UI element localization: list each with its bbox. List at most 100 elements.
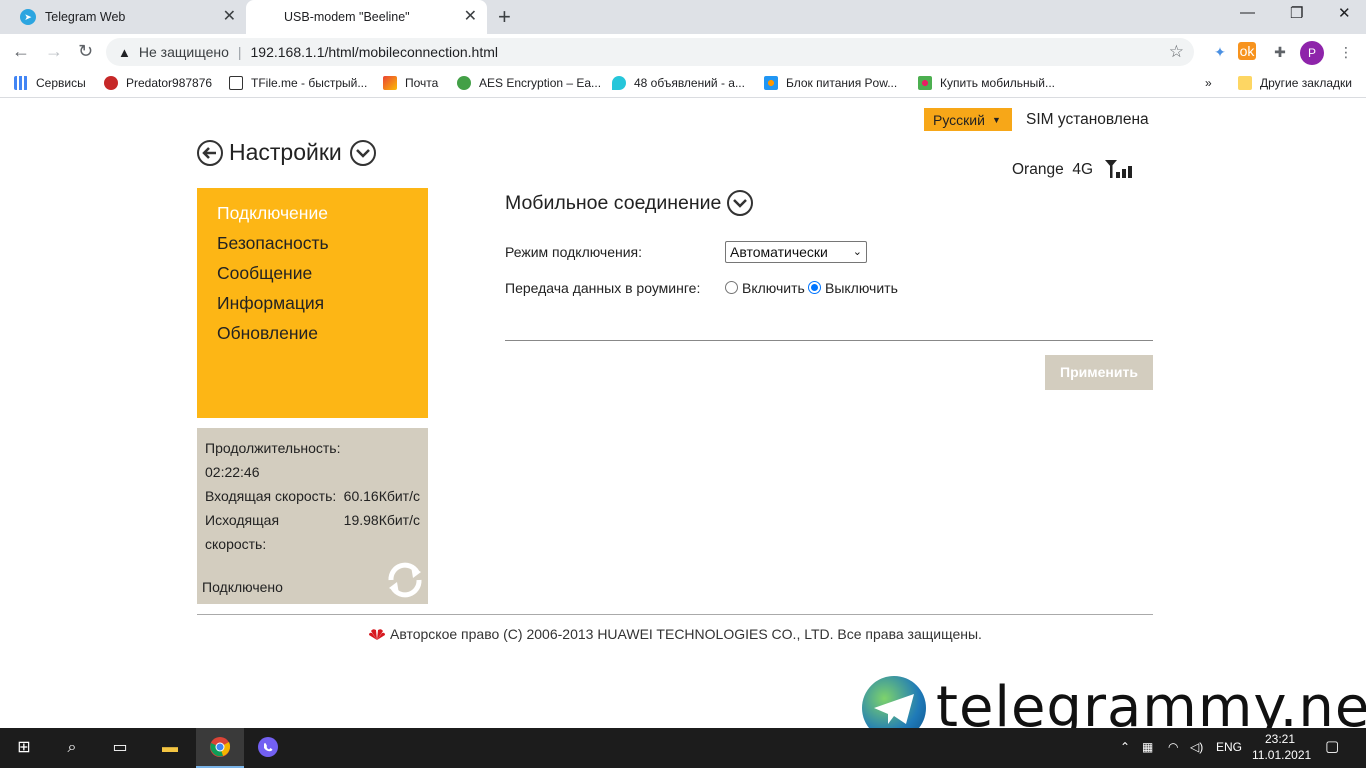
extension-icon[interactable]: ✦ (1210, 42, 1230, 62)
connection-mode-label: Режим подключения: (505, 244, 643, 260)
download-label: Входящая скорость: (205, 488, 337, 504)
bookmark-label: Другие закладки (1260, 76, 1352, 90)
operator-name: Orange (1012, 161, 1064, 178)
menu-item-security[interactable]: Безопасность (217, 232, 428, 262)
divider (505, 340, 1153, 341)
windows-start-icon[interactable]: ⊞ (12, 736, 36, 760)
tab-strip: ➤ Telegram Web ✕ USB-modem "Beeline" ✕ +… (0, 0, 1366, 34)
page-title: Настройки (229, 139, 342, 165)
menu-item-information[interactable]: Информация (217, 292, 428, 322)
close-icon[interactable]: ✕ (464, 9, 477, 25)
connection-mode-select[interactable]: Автоматически ⌄ (725, 241, 867, 263)
huawei-logo-icon (369, 629, 385, 640)
menu-icon[interactable]: ⋮ (1336, 42, 1356, 62)
colorful-dots-icon (764, 76, 778, 90)
bookmark-ads[interactable]: 48 объявлений - а... (612, 76, 745, 90)
bookmark-mobile[interactable]: Купить мобильный... (918, 76, 1055, 90)
roaming-on-label[interactable]: Включить (742, 280, 805, 296)
roaming-off-radio[interactable] (808, 281, 821, 294)
file-explorer-icon[interactable]: ▬ (158, 736, 182, 760)
telegram-icon: ➤ (20, 9, 36, 25)
language-select[interactable]: Русский ▼ (924, 108, 1012, 131)
map-pin-icon (612, 76, 626, 90)
menu-item-update[interactable]: Обновление (217, 322, 428, 352)
bookmark-label: 48 объявлений - а... (634, 76, 745, 90)
bookmark-label: Купить мобильный... (940, 76, 1055, 90)
odnoklassniki-icon[interactable]: ok (1238, 42, 1256, 60)
predator-icon (104, 76, 118, 90)
settings-header: Настройки (197, 139, 376, 166)
address-bar[interactable]: ▲ Не защищено | 192.168.1.1/html/mobilec… (106, 38, 1194, 66)
refresh-icon[interactable] (383, 558, 427, 602)
connection-status: Подключено (202, 579, 283, 595)
tab-usb-modem[interactable]: USB-modem "Beeline" ✕ (246, 0, 487, 34)
puzzle-icon[interactable]: ✚ (1270, 42, 1290, 62)
carrier-info: Orange 4G (1012, 161, 1093, 179)
download-value: 60.16Кбит/с (343, 488, 420, 504)
taskbar: ⊞ ⌕ ▭ ▬ ⌃ ▦ ◠ ◁) ENG 23:21 11.01.2021 ▢ (0, 728, 1366, 768)
connection-mode-value: Автоматически (730, 244, 828, 260)
task-view-icon[interactable]: ▭ (108, 736, 132, 760)
bookmark-predator[interactable]: Predator987876 (104, 76, 212, 90)
bookmark-power[interactable]: Блок питания Pow... (764, 76, 897, 90)
clock-time: 23:21 (1264, 732, 1296, 746)
viber-icon[interactable] (256, 736, 280, 760)
network-icon[interactable]: ▦ (1142, 740, 1153, 754)
close-window-icon[interactable]: ✕ (1338, 4, 1351, 22)
apply-button[interactable]: Применить (1045, 355, 1153, 390)
bookmark-aes[interactable]: AES Encryption – Ea... (457, 76, 601, 90)
browser-toolbar: ← → ↻ ▲ Не защищено | 192.168.1.1/html/m… (0, 34, 1366, 98)
roaming-label: Передача данных в роуминге: (505, 280, 701, 296)
chevron-down-icon[interactable] (349, 139, 376, 166)
colorful-dots-icon (918, 76, 932, 90)
bookmark-label: AES Encryption – Ea... (479, 76, 602, 90)
chevron-up-icon[interactable]: ⌃ (1120, 740, 1130, 754)
more-bookmarks[interactable]: » (1205, 76, 1212, 90)
warning-icon[interactable]: ▲ (118, 45, 131, 60)
footer-copyright: Авторское право (C) 2006-2013 HUAWEI TEC… (369, 626, 982, 642)
tab-title: USB-modem "Beeline" (284, 10, 410, 24)
security-label[interactable]: Не защищено (139, 44, 229, 60)
menu-item-connection[interactable]: Подключение (217, 202, 428, 232)
wifi-icon[interactable]: ◠ (1168, 740, 1178, 754)
chrome-icon[interactable] (208, 736, 232, 760)
bookmark-mail[interactable]: Почта (383, 76, 438, 90)
reload-icon[interactable]: ↻ (78, 41, 93, 61)
other-bookmarks[interactable]: Другие закладки (1238, 76, 1352, 90)
maximize-icon[interactable]: ❐ (1290, 4, 1303, 22)
tab-telegram[interactable]: ➤ Telegram Web ✕ (0, 0, 246, 34)
avatar[interactable]: P (1300, 41, 1324, 65)
search-icon[interactable]: ⌕ (60, 736, 84, 760)
roaming-on-radio[interactable] (725, 281, 738, 294)
new-tab-icon[interactable]: + (498, 6, 511, 28)
gmail-icon (383, 76, 397, 90)
bookmark-label: Блок питания Pow... (786, 76, 898, 90)
language-label: Русский (933, 111, 985, 128)
bookmark-label: TFile.me - быстрый... (251, 76, 368, 90)
url-text[interactable]: 192.168.1.1/html/mobileconnection.html (251, 44, 498, 60)
minimize-icon[interactable]: — (1240, 4, 1255, 21)
copyright-text: Авторское право (C) 2006-2013 HUAWEI TEC… (390, 626, 982, 642)
roaming-off-label[interactable]: Выключить (825, 280, 898, 296)
bookmark-services[interactable]: Сервисы (14, 76, 86, 90)
settings-menu: Подключение Безопасность Сообщение Инфор… (197, 188, 428, 418)
volume-icon[interactable]: ◁) (1190, 740, 1203, 754)
apps-grid-icon (14, 76, 28, 90)
input-language[interactable]: ENG (1216, 740, 1242, 754)
notifications-icon[interactable]: ▢ (1325, 737, 1339, 755)
close-icon[interactable]: ✕ (223, 9, 236, 25)
back-arrow-icon[interactable] (197, 139, 223, 166)
back-icon[interactable]: ← (12, 41, 30, 61)
chevron-down-icon[interactable] (727, 190, 754, 216)
duration-label: Продолжительность: (205, 440, 341, 456)
shield-icon (457, 76, 471, 90)
bookmark-label: Почта (405, 76, 439, 90)
forward-icon[interactable]: → (45, 41, 63, 61)
tab-title: Telegram Web (45, 10, 126, 24)
bookmark-tfile[interactable]: TFile.me - быстрый... (229, 76, 367, 90)
menu-item-messages[interactable]: Сообщение (217, 262, 428, 292)
upload-value: 19.98Кбит/с (343, 512, 420, 528)
bookmark-star-icon[interactable]: ☆ (1169, 42, 1184, 62)
clock[interactable]: 23:21 11.01.2021 (1252, 731, 1311, 763)
chevron-down-icon: ⌄ (852, 246, 862, 258)
